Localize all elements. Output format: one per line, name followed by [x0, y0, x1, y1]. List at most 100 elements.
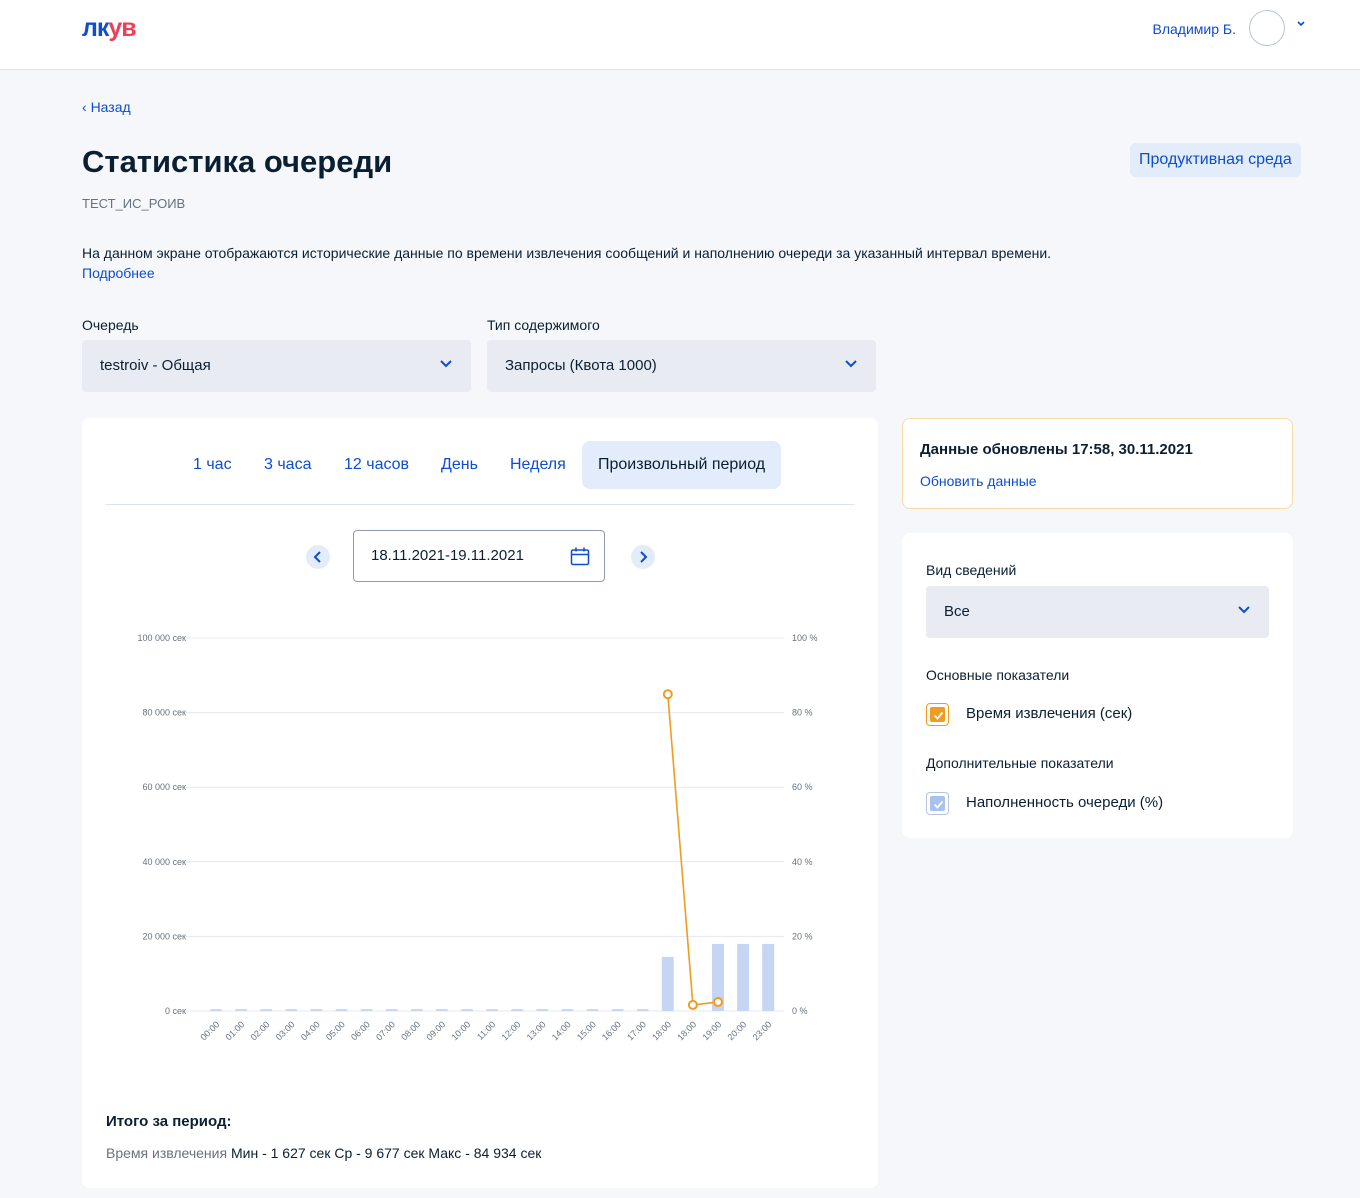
y-left-tick-label: 80 000 сек: [143, 708, 187, 718]
check-icon: [933, 711, 944, 720]
x-tick-label: 03:00: [274, 1019, 297, 1042]
page-description: На данном экране отображаются историческ…: [82, 245, 1052, 261]
x-tick-label: 05:00: [324, 1019, 347, 1042]
chevron-left-icon: ‹: [82, 99, 87, 115]
tab-3-hours[interactable]: 3 часа: [248, 441, 327, 489]
x-tick-label: 13:00: [525, 1019, 548, 1042]
bar: [310, 1009, 323, 1011]
environment-badge: Продуктивная среда: [1130, 143, 1301, 177]
content-type-select[interactable]: Запросы (Квота 1000): [487, 340, 876, 392]
bar: [611, 1009, 624, 1011]
x-tick-label: 18:00: [650, 1019, 673, 1042]
user-name[interactable]: Владимир Б.: [1153, 21, 1236, 37]
queue-stats-chart: 100 000 сек 80 000 сек 60 000 сек 40 000 се…: [138, 633, 818, 1042]
queue-fill-checkbox[interactable]: [926, 792, 949, 815]
x-tick-label: 08:00: [399, 1019, 422, 1042]
x-tick-label: 01:00: [224, 1019, 247, 1042]
divider: [106, 504, 854, 505]
bar: [435, 1009, 448, 1011]
chevron-right-icon: [640, 551, 648, 563]
y-left-tick-label: 40 000 сек: [143, 857, 187, 867]
date-range-value: 18.11.2021-19.11.2021: [371, 547, 524, 564]
top-header: лкув Владимир Б.: [0, 0, 1360, 70]
bar: [737, 943, 750, 1011]
totals-title: Итого за период:: [106, 1113, 232, 1130]
bar: [335, 1009, 348, 1011]
view-type-label: Вид сведений: [926, 562, 1017, 578]
extraction-time-label: Время извлечения (сек): [966, 705, 1133, 722]
totals-values: Мин - 1 627 сек Ср - 9 677 сек Макс - 84…: [230, 1145, 542, 1161]
y-right-tick-label: 80 %: [792, 708, 813, 718]
update-timestamp: Данные обновлены 17:58, 30.11.2021: [920, 441, 1193, 458]
line-point: [713, 997, 723, 1008]
calendar-icon[interactable]: [570, 547, 590, 566]
y-right-tick-label: 20 %: [792, 931, 813, 941]
bar: [561, 1009, 574, 1011]
bar: [285, 1009, 298, 1011]
bar: [536, 1009, 549, 1011]
tab-1-hour[interactable]: 1 час: [177, 441, 248, 489]
x-tick-label: 10:00: [449, 1019, 472, 1042]
queue-fill-label: Наполненность очереди (%): [966, 794, 1164, 811]
x-tick-label: 15:00: [575, 1019, 598, 1042]
bar: [260, 1009, 273, 1011]
tab-day[interactable]: День: [425, 441, 494, 489]
back-link[interactable]: ‹ Назад: [82, 99, 131, 115]
x-tick-label: 00:00: [198, 1019, 221, 1042]
line-point: [662, 689, 673, 700]
bar: [235, 1009, 248, 1011]
bar: [410, 1009, 423, 1011]
extraction-time-checkbox[interactable]: [926, 703, 949, 726]
view-type-select-value: Все: [944, 603, 970, 620]
chevron-down-icon: [845, 360, 857, 368]
view-type-select[interactable]: Все: [926, 586, 1269, 638]
check-icon: [933, 800, 944, 809]
view-settings-card: Вид сведений Все Основные показатели Вре…: [902, 533, 1293, 838]
bar: [486, 1009, 499, 1011]
y-left-tick-label: 100 000 сек: [138, 633, 187, 643]
y-left-tick-label: 60 000 сек: [143, 782, 187, 792]
prev-period-button[interactable]: [306, 545, 330, 569]
refresh-data-link[interactable]: Обновить данные: [920, 473, 1037, 489]
bar: [661, 956, 674, 1011]
y-right-tick-label: 60 %: [792, 782, 813, 792]
bar: [210, 1009, 222, 1011]
x-tick-label: 23:00: [751, 1019, 774, 1042]
next-period-button[interactable]: [631, 545, 655, 569]
line-series: [667, 694, 719, 1006]
chevron-down-icon: [440, 360, 452, 368]
tab-custom-period[interactable]: Произвольный период: [582, 441, 782, 489]
y-right-tick-label: 100 %: [792, 633, 818, 643]
bar: [461, 1009, 473, 1011]
bar: [586, 1009, 599, 1011]
page-title: Статистика очереди: [82, 144, 393, 179]
x-tick-label: 17:00: [625, 1019, 648, 1042]
bar: [636, 1009, 649, 1011]
back-link-label: Назад: [90, 99, 131, 115]
x-tick-label: 06:00: [349, 1019, 372, 1042]
avatar[interactable]: [1249, 10, 1285, 46]
y-left-tick-label: 20 000 сек: [143, 931, 187, 941]
totals-metric-label: Время извлечения: [106, 1145, 228, 1161]
tab-12-hours[interactable]: 12 часов: [328, 441, 425, 489]
queue-select[interactable]: testroiv - Общая: [82, 340, 471, 392]
x-tick-label: 04:00: [299, 1019, 322, 1042]
chevron-down-icon[interactable]: [1296, 20, 1306, 31]
bar: [762, 943, 775, 1011]
y-left-tick-label: 0 сек: [165, 1006, 186, 1016]
totals-line: Время извлечения Мин - 1 627 сек Ср - 9 …: [106, 1145, 541, 1161]
y-right-tick-label: 0 %: [792, 1006, 808, 1016]
bar: [385, 1009, 398, 1011]
x-tick-label: 14:00: [550, 1019, 573, 1042]
main-metrics-label: Основные показатели: [926, 667, 1070, 683]
content-type-label: Тип содержимого: [487, 317, 600, 333]
period-tabs: 1 час 3 часа 12 часов День Неделя Произв…: [82, 441, 878, 489]
chevron-left-icon: [313, 551, 321, 563]
tab-week[interactable]: Неделя: [494, 441, 582, 489]
logo[interactable]: лкув: [82, 14, 137, 43]
x-tick-label: 20:00: [726, 1019, 749, 1042]
x-tick-label: 09:00: [424, 1019, 447, 1042]
date-range-input[interactable]: 18.11.2021-19.11.2021: [353, 530, 605, 582]
more-link[interactable]: Подробнее: [82, 265, 155, 281]
extra-metrics-label: Дополнительные показатели: [926, 755, 1114, 771]
